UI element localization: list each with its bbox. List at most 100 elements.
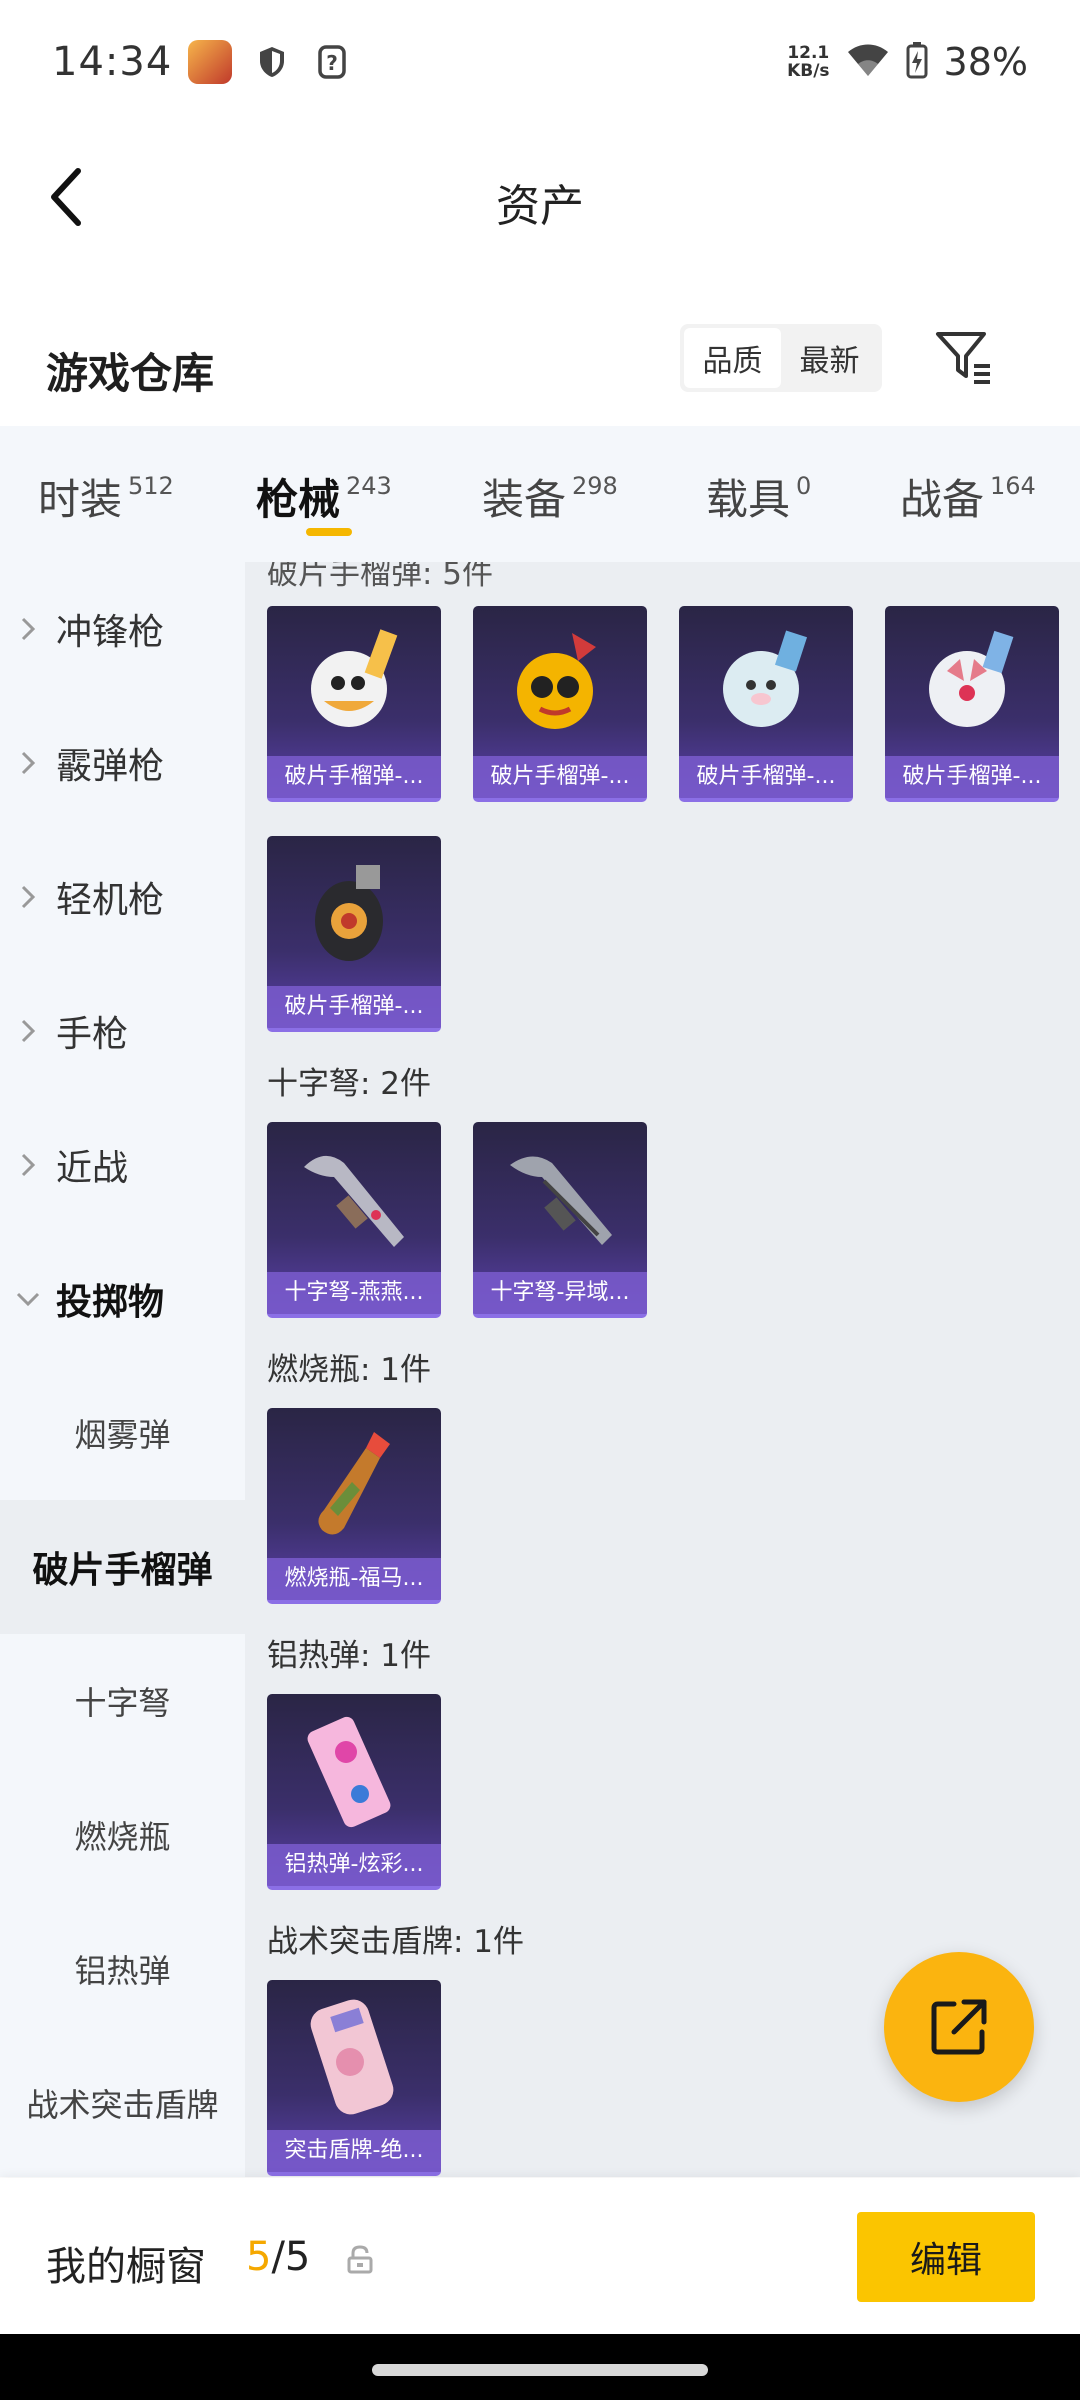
tab-firearms[interactable]: 枪械 243	[256, 466, 392, 527]
sidebar-sub-label: 烟雾弹	[74, 1416, 171, 1454]
crossbow-skin-icon	[473, 1122, 647, 1272]
chevron-down-icon	[0, 1291, 56, 1307]
sort-latest-button[interactable]: 最新	[781, 328, 878, 388]
crossbow-skin-icon	[267, 1122, 441, 1272]
sidebar-item-lmg[interactable]: 轻机枪	[0, 830, 245, 964]
sidebar-sub-crossbow[interactable]: 十字弩	[0, 1634, 245, 1768]
page-title: 资产	[496, 181, 584, 232]
sidebar-item-label: 霰弹枪	[56, 746, 165, 787]
tab-label: 时装	[38, 475, 123, 524]
sidebar-item-pistol[interactable]: 手枪	[0, 964, 245, 1098]
chevron-right-icon	[0, 750, 56, 776]
tab-count: 243	[346, 472, 392, 500]
item-card[interactable]: 十字弩-异域...	[473, 1122, 647, 1318]
item-card[interactable]: 破片手榴弹-...	[679, 606, 853, 802]
tab-equipment[interactable]: 装备 298	[482, 466, 618, 527]
sidebar-item-shotgun[interactable]: 霰弹枪	[0, 696, 245, 830]
home-gesture-handle[interactable]	[372, 2364, 708, 2376]
lock-icon	[346, 2244, 374, 2274]
chevron-right-icon	[0, 616, 56, 642]
item-card[interactable]: 燃烧瓶-福马...	[267, 1408, 441, 1604]
tab-count: 164	[990, 472, 1036, 500]
sidebar-item-melee[interactable]: 近战	[0, 1098, 245, 1232]
item-caption: 突击盾牌-绝...	[267, 2130, 441, 2172]
item-caption: 十字弩-燕燕...	[267, 1272, 441, 1314]
app-header: 资产	[0, 124, 1080, 270]
showcase-total: /5	[271, 2234, 311, 2280]
sidebar-item-label: 投掷物	[56, 1282, 165, 1323]
question-box-icon: ?	[312, 42, 352, 82]
game-app-icon	[188, 40, 233, 84]
shield-icon	[252, 42, 292, 82]
thermite-skin-icon	[267, 1694, 441, 1844]
network-speed: 12.1 KB/s	[787, 44, 829, 80]
edit-button[interactable]: 编辑	[857, 2212, 1035, 2302]
item-caption: 破片手榴弹-...	[885, 756, 1059, 798]
item-caption: 破片手榴弹-...	[267, 756, 441, 798]
tab-count: 0	[796, 472, 812, 500]
speed-unit: KB/s	[787, 61, 830, 81]
sidebar-item-label: 近战	[56, 1148, 129, 1189]
grenade-skin-icon	[679, 606, 853, 756]
chevron-right-icon	[0, 1018, 56, 1044]
section-title-thermite: 铝热弹: 1件	[267, 1638, 432, 1674]
sidebar-sub-frag-grenade[interactable]: 破片手榴弹	[0, 1500, 245, 1634]
item-grid: 破片手榴弹: 5件 破片手榴弹-... 破片手榴弹-... 破片手榴弹-... …	[245, 562, 1080, 2177]
tab-vehicles[interactable]: 载具 0	[706, 466, 811, 527]
item-caption: 破片手榴弹-...	[267, 986, 441, 1028]
sidebar-sub-molotov[interactable]: 燃烧瓶	[0, 1768, 245, 1902]
section-title-crossbow: 十字弩: 2件	[267, 1066, 432, 1102]
wifi-icon	[846, 42, 890, 82]
showcase-title: 我的橱窗	[46, 2244, 206, 2290]
sidebar-sub-label: 燃烧瓶	[74, 1818, 171, 1856]
sidebar-item-throwables[interactable]: 投掷物	[0, 1232, 245, 1366]
grenade-skin-icon	[267, 606, 441, 756]
showcase-count: 5/5	[246, 2234, 310, 2280]
sidebar: 冲锋枪 霰弹枪 轻机枪 手枪 近战 投掷物 烟雾弹 破片手榴弹 十字弩 燃烧瓶 …	[0, 562, 245, 2177]
sidebar-sub-shield[interactable]: 战术突击盾牌	[0, 2036, 245, 2170]
warehouse-row: 游戏仓库	[0, 310, 1080, 420]
sidebar-sub-label: 战术突击盾牌	[26, 2086, 219, 2124]
tab-label: 枪械	[256, 475, 341, 524]
sidebar-sub-thermite[interactable]: 铝热弹	[0, 1902, 245, 2036]
status-bar: 14:34 ? 12.1 KB/s 38%	[0, 0, 1080, 124]
sort-toggle: 品质 最新	[680, 324, 882, 392]
item-card[interactable]: 破片手榴弹-...	[473, 606, 647, 802]
tab-count: 512	[128, 472, 174, 500]
chevron-right-icon	[0, 884, 56, 910]
sidebar-item-smg[interactable]: 冲锋枪	[0, 562, 245, 696]
chevron-right-icon	[0, 1152, 56, 1178]
share-export-button[interactable]	[884, 1952, 1034, 2102]
shield-skin-icon	[267, 1980, 441, 2130]
sidebar-item-label: 轻机枪	[56, 880, 165, 921]
filter-icon	[936, 332, 990, 384]
item-card[interactable]: 十字弩-燕燕...	[267, 1122, 441, 1318]
system-nav-bar	[0, 2334, 1080, 2400]
section-title-molotov: 燃烧瓶: 1件	[267, 1352, 432, 1388]
grenade-skin-icon	[267, 836, 441, 986]
item-caption: 燃烧瓶-福马...	[267, 1558, 441, 1600]
sort-quality-button[interactable]: 品质	[684, 328, 781, 388]
item-card[interactable]: 破片手榴弹-...	[885, 606, 1059, 802]
svg-text:?: ?	[326, 51, 338, 75]
item-card[interactable]: 突击盾牌-绝...	[267, 1980, 441, 2176]
item-card[interactable]: 破片手榴弹-...	[267, 606, 441, 802]
sidebar-sub-label: 铝热弹	[74, 1952, 171, 1990]
grenade-skin-icon	[473, 606, 647, 756]
warehouse-title: 游戏仓库	[46, 349, 215, 398]
tab-label: 载具	[706, 475, 791, 524]
molotov-skin-icon	[267, 1408, 441, 1558]
item-caption: 破片手榴弹-...	[473, 756, 647, 798]
item-caption: 破片手榴弹-...	[679, 756, 853, 798]
battery-icon	[906, 41, 928, 83]
filter-button[interactable]	[932, 326, 996, 390]
showcase-current: 5	[246, 2234, 272, 2280]
item-card[interactable]: 铝热弹-炫彩...	[267, 1694, 441, 1890]
grenade-skin-icon	[885, 606, 1059, 756]
sidebar-item-label: 手枪	[56, 1014, 129, 1055]
section-title-shield: 战术突击盾牌: 1件	[267, 1924, 525, 1960]
item-card[interactable]: 破片手榴弹-...	[267, 836, 441, 1032]
sidebar-sub-smoke[interactable]: 烟雾弹	[0, 1366, 245, 1500]
tab-combat-supplies[interactable]: 战备 164	[900, 466, 1036, 527]
tab-fashion[interactable]: 时装 512	[38, 466, 174, 527]
